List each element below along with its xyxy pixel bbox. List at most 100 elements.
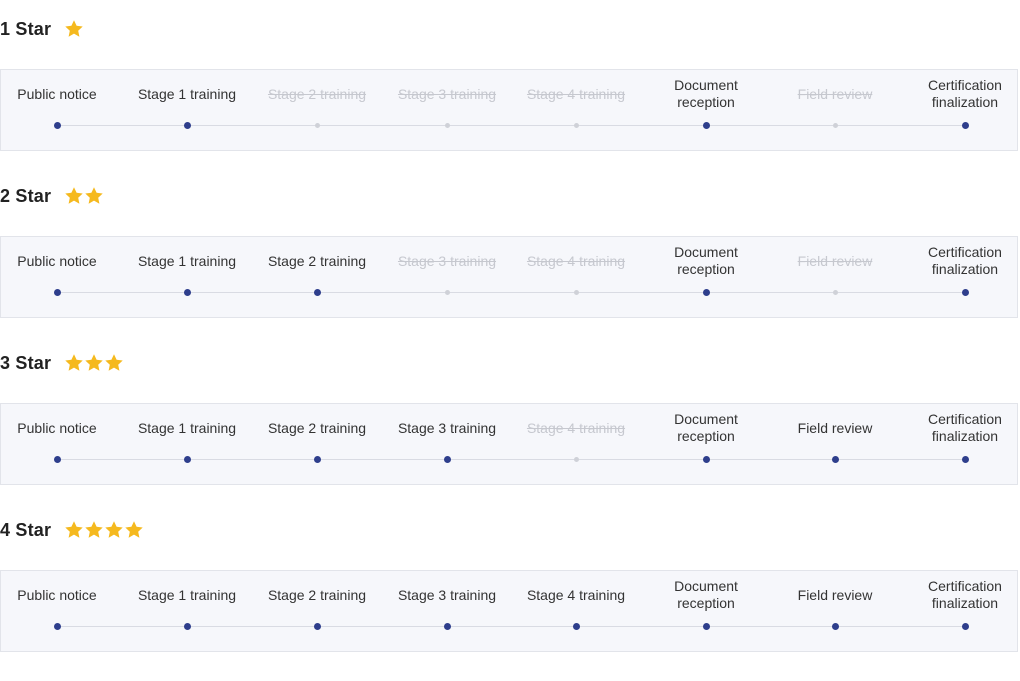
step-label: Stage 4 training	[526, 252, 626, 269]
step-dot-active	[961, 456, 969, 463]
step-dot-active	[702, 122, 710, 129]
step-label: Document reception	[674, 578, 738, 611]
timeline-step: Stage 4 training	[514, 70, 638, 152]
step-label: Stage 2 training	[267, 252, 367, 269]
timeline-step: Stage 4 training	[514, 404, 638, 486]
step-dot-inactive	[832, 290, 838, 295]
star-rating	[64, 19, 84, 39]
step-label: Certification finalization	[928, 77, 1002, 110]
tier-header: 1 Star	[0, 14, 84, 44]
timeline-step: Certification finalization	[903, 404, 1020, 486]
tier-title: 3 Star	[0, 352, 52, 373]
step-dot-active	[313, 623, 321, 630]
step-dot-active	[961, 289, 969, 296]
timeline-step: Document reception	[644, 70, 768, 152]
timeline-step: Certification finalization	[903, 237, 1020, 319]
step-dot-inactive	[444, 290, 450, 295]
step-label: Public notice	[17, 586, 97, 603]
process-timeline: Public notice Stage 1 training Stage 2 tra…	[0, 403, 1018, 485]
step-dot-active	[961, 122, 969, 129]
process-timeline: Public notice Stage 1 training Stage 2 tra…	[0, 570, 1018, 652]
timeline-step: Document reception	[644, 237, 768, 319]
timeline-step: Stage 2 training	[255, 571, 379, 653]
star-rating	[64, 353, 124, 373]
step-dot-inactive	[444, 123, 450, 128]
step-label: Stage 3 training	[397, 252, 497, 269]
tier-header: 2 Star	[0, 181, 104, 211]
timeline-step: Stage 1 training	[125, 237, 249, 319]
step-dot-active	[53, 289, 61, 296]
timeline-step: Certification finalization	[903, 70, 1020, 152]
timeline-step: Field review	[773, 571, 897, 653]
step-dot-active	[53, 623, 61, 630]
timeline-step: Stage 2 training	[255, 237, 379, 319]
step-label: Field review	[797, 586, 873, 603]
timeline-step: Certification finalization	[903, 571, 1020, 653]
step-label: Stage 1 training	[137, 586, 237, 603]
step-label: Stage 1 training	[137, 85, 237, 102]
step-dot-active	[572, 623, 580, 630]
step-label: Field review	[797, 85, 873, 102]
step-label: Stage 3 training	[397, 586, 497, 603]
step-dot-active	[443, 456, 451, 463]
timeline-step: Public notice	[0, 237, 119, 319]
step-dot-active	[183, 623, 191, 630]
step-label: Certification finalization	[928, 578, 1002, 611]
step-dot-active	[702, 456, 710, 463]
step-label: Stage 3 training	[397, 419, 497, 436]
step-label: Stage 1 training	[137, 419, 237, 436]
step-dot-inactive	[573, 457, 579, 462]
step-dot-active	[53, 122, 61, 129]
tier-header: 4 Star	[0, 515, 144, 545]
step-label: Stage 1 training	[137, 252, 237, 269]
tier-title: 1 Star	[0, 18, 52, 39]
star-icon	[125, 521, 143, 538]
step-label: Stage 2 training	[267, 419, 367, 436]
timeline-step: Document reception	[644, 571, 768, 653]
star-icon	[105, 354, 123, 371]
timeline-step: Stage 3 training	[385, 237, 509, 319]
step-dot-active	[183, 122, 191, 129]
star-icon	[85, 354, 103, 371]
star-icon	[65, 354, 83, 371]
step-label: Public notice	[17, 252, 97, 269]
tier-title: 4 Star	[0, 519, 52, 540]
timeline-step: Stage 3 training	[385, 404, 509, 486]
process-timeline: Public notice Stage 1 training Stage 2 tra…	[0, 69, 1018, 151]
step-label: Stage 2 training	[267, 85, 367, 102]
timeline-step: Stage 1 training	[125, 404, 249, 486]
star-icon	[85, 187, 103, 204]
tier-header: 3 Star	[0, 348, 124, 378]
step-label: Document reception	[674, 411, 738, 444]
step-label: Stage 4 training	[526, 586, 626, 603]
step-label: Public notice	[17, 85, 97, 102]
step-label: Certification finalization	[928, 411, 1002, 444]
step-dot-active	[702, 289, 710, 296]
step-label: Stage 4 training	[526, 419, 626, 436]
star-icon	[85, 521, 103, 538]
step-dot-active	[183, 456, 191, 463]
step-label: Stage 3 training	[397, 85, 497, 102]
step-label: Document reception	[674, 244, 738, 277]
timeline-step: Stage 1 training	[125, 70, 249, 152]
star-icon	[65, 187, 83, 204]
star-icon	[65, 20, 83, 37]
step-dot-inactive	[573, 123, 579, 128]
timeline-step: Stage 4 training	[514, 571, 638, 653]
star-icon	[65, 521, 83, 538]
timeline-step: Document reception	[644, 404, 768, 486]
step-dot-active	[831, 456, 839, 463]
timeline-step: Public notice	[0, 70, 119, 152]
step-dot-active	[53, 456, 61, 463]
step-label: Field review	[797, 419, 873, 436]
step-dot-inactive	[832, 123, 838, 128]
timeline-step: Stage 3 training	[385, 70, 509, 152]
timeline-step: Stage 2 training	[255, 404, 379, 486]
step-dot-active	[313, 289, 321, 296]
timeline-step: Stage 1 training	[125, 571, 249, 653]
timeline-step: Stage 3 training	[385, 571, 509, 653]
step-dot-active	[831, 623, 839, 630]
step-label: Stage 4 training	[526, 85, 626, 102]
step-dot-inactive	[573, 290, 579, 295]
timeline-step: Stage 4 training	[514, 237, 638, 319]
